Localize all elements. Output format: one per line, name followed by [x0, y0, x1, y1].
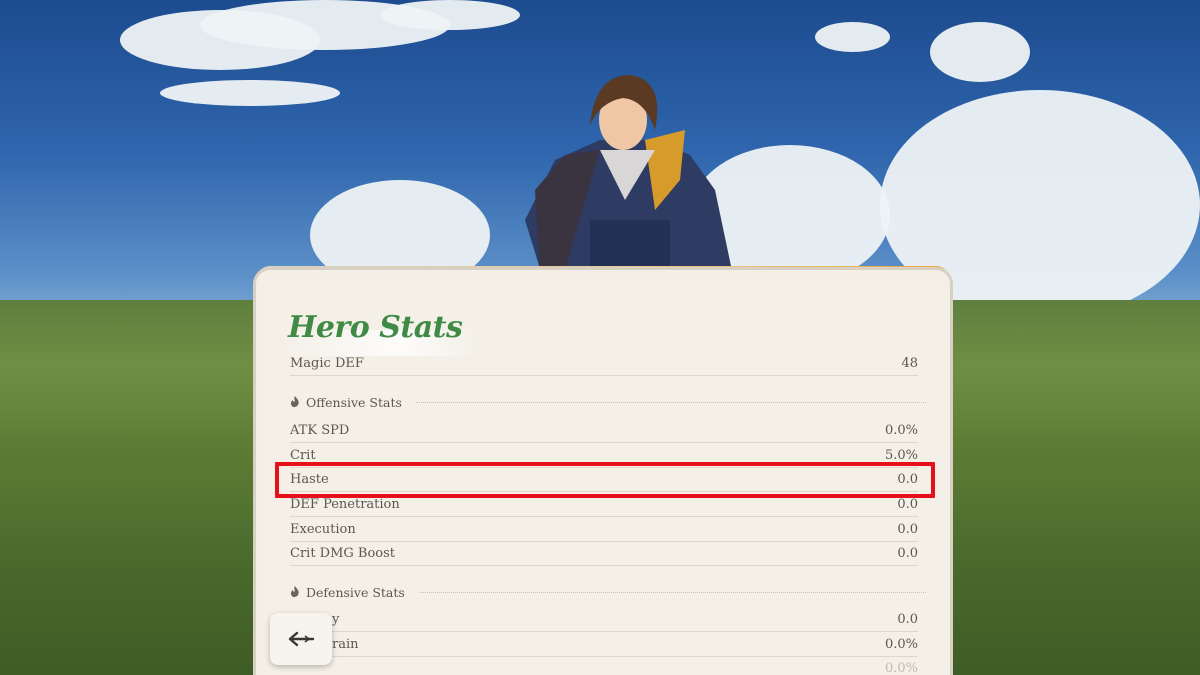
flame-icon	[290, 586, 299, 598]
section-defensive: Defensive Stats	[290, 582, 926, 602]
stat-value: 0.0%	[884, 660, 918, 675]
stat-value: 0.0	[897, 545, 918, 561]
stat-row-magic-def: Magic DEF 48	[290, 351, 918, 376]
stat-value: 0.0	[897, 521, 918, 537]
hero-character	[525, 75, 735, 285]
divider	[415, 401, 926, 403]
cloud	[930, 22, 1030, 82]
section-offensive: Offensive Stats	[290, 392, 926, 412]
stat-label: Crit DMG Boost	[290, 545, 396, 561]
stat-label: Magic DEF	[290, 355, 364, 371]
cloud	[380, 0, 520, 30]
stat-label: Execution	[290, 521, 356, 537]
haste-highlight-box	[275, 462, 935, 498]
cloud	[160, 80, 340, 106]
stat-row: Crit DMG Boost 0.0	[290, 541, 918, 566]
back-button[interactable]	[270, 613, 332, 665]
stat-value: 0.0%	[884, 422, 918, 438]
flame-icon	[290, 396, 299, 408]
stat-label: DEF Penetration	[290, 496, 400, 512]
stat-value: 0.0%	[884, 636, 918, 652]
panel-title: Hero Stats	[288, 310, 463, 345]
section-heading: Offensive Stats	[306, 394, 402, 410]
stat-value: 48	[901, 355, 918, 371]
stat-value: 0.0	[897, 496, 918, 512]
stat-row: rain 0.0%	[290, 632, 918, 657]
stat-label: Crit	[290, 447, 316, 463]
stat-label: ATK SPD	[290, 422, 350, 438]
stat-row: 0.0%	[290, 656, 918, 675]
stat-value: 5.0%	[884, 447, 918, 463]
cloud	[815, 22, 890, 52]
stat-value: 0.0	[897, 611, 918, 627]
stat-row: y 0.0	[290, 607, 918, 632]
stat-row: ATK SPD 0.0%	[290, 418, 918, 443]
arrow-left-icon	[288, 631, 315, 647]
divider	[418, 591, 926, 593]
section-heading: Defensive Stats	[306, 584, 405, 600]
game-scene: Hero Stats Magic DEF 48 Offensive Stats …	[0, 0, 1200, 675]
stat-row: Execution 0.0	[290, 517, 918, 542]
